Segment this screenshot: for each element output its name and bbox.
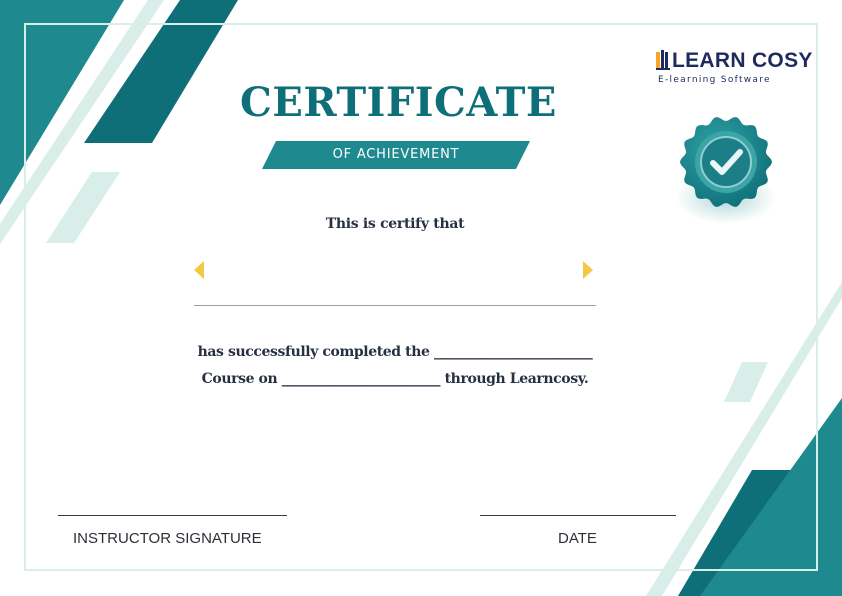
subtitle-ribbon: OF ACHIEVEMENT [262, 141, 530, 169]
certificate-subtitle: OF ACHIEVEMENT [332, 147, 460, 162]
right-marker-icon [583, 261, 593, 279]
certificate-page: LEARN COSY E-learning Software CERTIFICA… [0, 0, 842, 596]
certify-intro-text: This is certify that [325, 216, 465, 232]
brand-name: LEARN COSY [672, 49, 813, 72]
brand-logo: LEARN COSY E-learning Software [654, 49, 812, 89]
certificate-title: CERTIFICATE [240, 79, 557, 126]
brand-tagline: E-learning Software [658, 75, 771, 85]
book-logo-icon [656, 50, 670, 70]
checkmark-seal-icon [676, 117, 776, 224]
date-label: DATE [558, 530, 597, 547]
left-marker-icon [194, 261, 204, 279]
recipient-name-line [194, 305, 596, 306]
instructor-signature-line [58, 515, 287, 516]
completion-text-line-2: Course on ________________________ throu… [201, 371, 589, 387]
completion-text-line-1: has successfully completed the _________… [197, 344, 593, 360]
recipient-name-markers [194, 261, 593, 279]
instructor-signature-label: INSTRUCTOR SIGNATURE [73, 530, 262, 547]
date-line [480, 515, 676, 516]
